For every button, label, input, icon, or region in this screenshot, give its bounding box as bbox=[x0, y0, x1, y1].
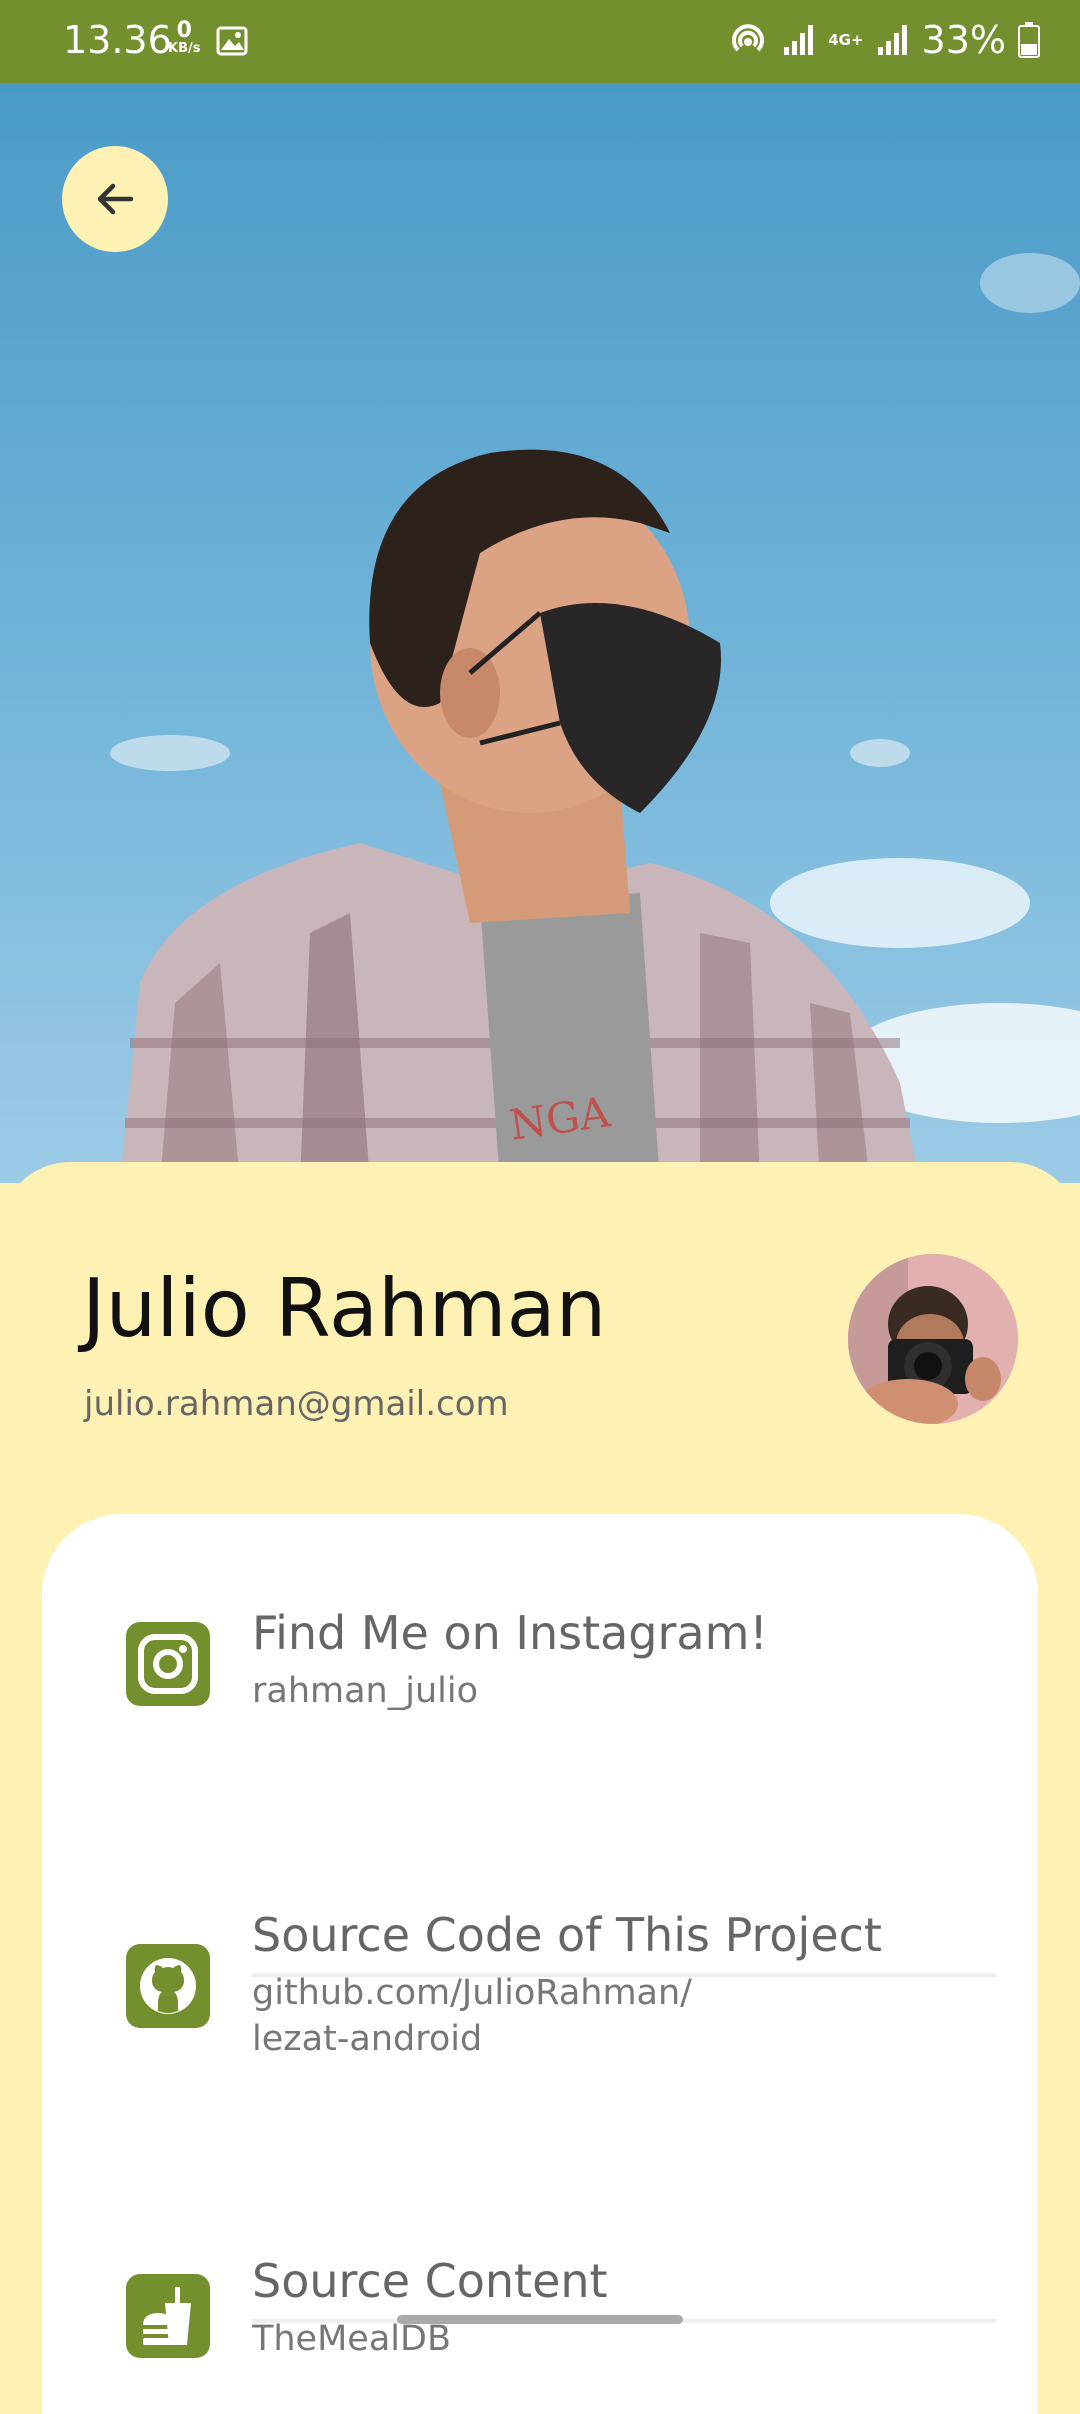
profile-cover-photo: NGA bbox=[0, 83, 1080, 1183]
instagram-link-title: Find Me on Instagram! bbox=[252, 1606, 768, 1660]
profile-card: Julio Rahman julio.rahman@gmail.com Find… bbox=[0, 1162, 1080, 2414]
battery-icon bbox=[1018, 22, 1040, 58]
instagram-icon bbox=[126, 1622, 210, 1706]
gesture-navigation-bar[interactable] bbox=[397, 2315, 683, 2324]
profile-name: Julio Rahman bbox=[82, 1262, 607, 1355]
status-bar: 13.36 0 KB/s 4G+ 33% bbox=[0, 0, 1080, 83]
links-panel: Find Me on Instagram! rahman_julio Sourc… bbox=[42, 1514, 1038, 2414]
hotspot-icon bbox=[732, 24, 765, 52]
network-type-label: 4G+ bbox=[828, 30, 864, 49]
battery-percentage: 33% bbox=[921, 18, 1006, 62]
network-speed-unit: KB/s bbox=[168, 41, 201, 56]
instagram-link-subtitle: rahman_julio bbox=[252, 1671, 479, 1711]
github-icon bbox=[126, 1944, 210, 2028]
arrow-left-icon bbox=[97, 183, 134, 215]
status-right-group: 4G+ 33% bbox=[726, 18, 1040, 62]
avatar-photo bbox=[848, 1254, 1018, 1424]
github-link-title: Source Code of This Project bbox=[252, 1908, 882, 1962]
avatar bbox=[848, 1254, 1018, 1424]
source-content-link-title: Source Content bbox=[252, 2254, 608, 2308]
network-speed-value: 0 bbox=[176, 18, 192, 43]
profile-email: julio.rahman@gmail.com bbox=[84, 1384, 509, 1424]
signal-icon-2 bbox=[877, 25, 907, 55]
signal-icon bbox=[784, 25, 814, 55]
github-link-subtitle: github.com/JulioRahman/ lezat-android bbox=[252, 1973, 692, 2059]
network-speed: 0 KB/s bbox=[168, 20, 200, 56]
gallery-notification-icon bbox=[216, 26, 248, 56]
status-time: 13.36 bbox=[63, 18, 172, 62]
cover-photo-illustration: NGA bbox=[110, 253, 1080, 1183]
back-button[interactable] bbox=[62, 146, 168, 252]
food-icon bbox=[126, 2274, 210, 2358]
